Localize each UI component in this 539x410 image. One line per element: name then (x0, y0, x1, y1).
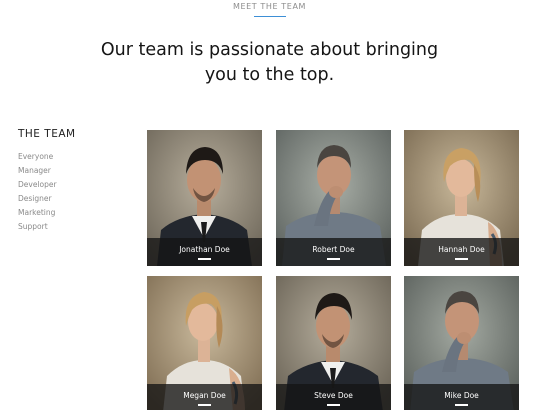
filter-support[interactable]: Support (18, 220, 128, 234)
filter-manager[interactable]: Manager (18, 164, 128, 178)
filter-everyone[interactable]: Everyone (18, 150, 128, 164)
caption-divider (455, 404, 468, 406)
filter-marketing[interactable]: Marketing (18, 206, 128, 220)
team-member-name: Megan Doe (183, 391, 226, 400)
headline-line-1: Our team is passionate about bringing (100, 40, 439, 60)
name-caption: Steve Doe (276, 384, 391, 410)
caption-divider (198, 404, 211, 406)
caption-divider (327, 404, 340, 406)
section-headline: Our team is passionate about bringing yo… (0, 38, 539, 88)
name-caption: Megan Doe (147, 384, 262, 410)
filter-designer[interactable]: Designer (18, 192, 128, 206)
team-member-name: Hannah Doe (438, 245, 485, 254)
team-card[interactable]: Mike Doe (404, 276, 519, 410)
meet-the-team-label: MEET THE TEAM (232, 2, 307, 11)
caption-divider (455, 258, 468, 260)
name-caption: Mike Doe (404, 384, 519, 410)
caption-divider (198, 258, 211, 260)
team-member-name: Steve Doe (314, 391, 353, 400)
sidebar-title: THE TEAM (18, 128, 76, 140)
name-caption: Hannah Doe (404, 238, 519, 266)
name-caption: Jonathan Doe (147, 238, 262, 266)
team-member-name: Robert Doe (312, 245, 355, 254)
team-card[interactable]: Robert Doe (276, 130, 391, 266)
headline-line-2: you to the top. (204, 65, 335, 85)
caption-divider (327, 258, 340, 260)
filter-developer[interactable]: Developer (18, 178, 128, 192)
team-card[interactable]: Hannah Doe (404, 130, 519, 266)
team-member-name: Mike Doe (444, 391, 479, 400)
name-caption: Robert Doe (276, 238, 391, 266)
team-member-name: Jonathan Doe (179, 245, 230, 254)
eyebrow-underline (254, 16, 286, 17)
team-grid: Jonathan Doe Robert Doe Hannah Doe Megan… (147, 130, 519, 410)
team-card[interactable]: Jonathan Doe (147, 130, 262, 266)
team-card[interactable]: Megan Doe (147, 276, 262, 410)
team-card[interactable]: Steve Doe (276, 276, 391, 410)
team-filter-sidebar: THE TEAM Everyone Manager Developer Desi… (18, 128, 128, 234)
